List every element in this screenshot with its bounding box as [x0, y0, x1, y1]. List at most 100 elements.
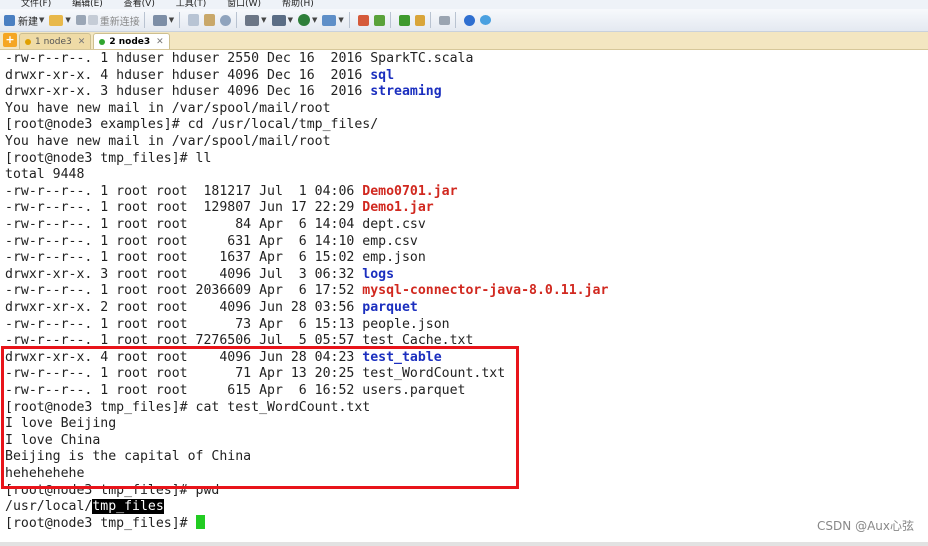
- close-tab-icon[interactable]: ✕: [78, 37, 86, 47]
- properties-dropdown-arrow-icon: ▼: [168, 16, 175, 24]
- toolbar-separator: [236, 12, 238, 28]
- terminal-text: drwxr-xr-x. 3 root root 4096 Jul 3 06:32: [5, 266, 363, 282]
- chat-bubble-icon: [479, 15, 491, 25]
- new-session-icon: [4, 14, 15, 26]
- terminal-line: -rw-r--r--. 1 root root 84 Apr 6 14:04 d…: [5, 216, 426, 233]
- open-folder-button[interactable]: ▼: [48, 11, 71, 29]
- terminal-line: -rw-r--r--. 1 root root 181217 Jul 1 04:…: [5, 183, 458, 200]
- terminal-text: -rw-r--r--. 1 root root 181217 Jul 1 04:…: [5, 183, 363, 199]
- terminal-line: drwxr-xr-x. 3 hduser hduser 4096 Dec 16 …: [5, 83, 442, 100]
- tunnel-icon: [322, 14, 337, 26]
- session-status-dot-icon: [25, 38, 31, 45]
- terminal-line: You have new mail in /var/spool/mail/roo…: [5, 100, 331, 117]
- layout-button[interactable]: [398, 11, 411, 29]
- toolbar-separator: [429, 12, 431, 28]
- terminal-line: [root@node3 tmp_files]# ll: [5, 150, 211, 167]
- disconnect-icon: [87, 15, 98, 25]
- terminal-text: -rw-r--r--. 1 hduser hduser 2550 Dec 16 …: [5, 51, 474, 66]
- toolbar-separator: [454, 12, 456, 28]
- terminal-text: drwxr-xr-x. 3 hduser hduser 4096 Dec 16 …: [5, 84, 371, 100]
- terminal-text: You have new mail in /var/spool/mail/roo…: [5, 100, 331, 116]
- terminal-line: /usr/local/tmp_files: [5, 498, 164, 515]
- reconnect-button[interactable]: 重新连接: [75, 11, 140, 29]
- fullscreen-button[interactable]: [438, 11, 451, 29]
- terminal-text: [root@node3 examples]# cd /usr/local/tmp…: [5, 117, 379, 133]
- toolbar-separator: [389, 12, 391, 28]
- menu-file[interactable]: 文件(F): [12, 0, 60, 9]
- print-button[interactable]: ▼: [244, 11, 267, 29]
- terminal-line: You have new mail in /var/spool/mail/roo…: [5, 133, 331, 150]
- new-dropdown-arrow-icon[interactable]: ▼: [39, 16, 44, 24]
- terminal-line: [root@node3 examples]# cd /usr/local/tmp…: [5, 116, 378, 133]
- terminal-text: total 9448: [5, 167, 85, 183]
- file-name-directory: logs: [362, 266, 395, 282]
- folder-icon: [49, 14, 64, 26]
- copy-icon: [188, 14, 200, 26]
- help-button[interactable]: [463, 11, 476, 29]
- terminal-text: [root@node3 tmp_files]#: [5, 515, 196, 531]
- terminal-line: [root@node3 tmp_files]#: [5, 514, 205, 532]
- compose-button[interactable]: [373, 11, 386, 29]
- watermark: CSDN @Aux心弦: [817, 519, 914, 533]
- chat-button[interactable]: [479, 11, 492, 29]
- selected-text: tmp_files: [92, 499, 164, 515]
- copy-button[interactable]: [187, 11, 200, 29]
- terminal-text: -rw-r--r--. 1 root root 73 Apr 6 15:13 p…: [5, 316, 450, 332]
- terminal-cursor: [195, 514, 205, 529]
- highlight-box: [1, 346, 519, 489]
- tab-node3-2[interactable]: 2 node3 ✕: [93, 33, 170, 49]
- lock-button[interactable]: [414, 11, 426, 29]
- find-button[interactable]: [219, 11, 232, 29]
- globe-dropdown-arrow-icon: ▼: [311, 16, 318, 24]
- tab-list-icon[interactable]: +: [3, 33, 17, 47]
- properties-button[interactable]: ▼: [152, 11, 175, 29]
- folder-dropdown-arrow-icon: ▼: [65, 16, 71, 24]
- terminal-text: drwxr-xr-x. 4 hduser hduser 4096 Dec 16 …: [5, 67, 371, 83]
- toolbar-separator: [179, 12, 181, 28]
- tab-node3-1[interactable]: 1 node3 ✕: [19, 33, 92, 49]
- terminal-text: -rw-r--r--. 1 root root 129807 Jun 17 22…: [5, 200, 363, 216]
- menu-bar: 文件(F) 编辑(E) 查看(V) 工具(T) 窗口(W) 帮助(H): [0, 0, 928, 9]
- terminal-text: -rw-r--r--. 1 root root 631 Apr 6 14:10 …: [5, 233, 418, 249]
- terminal-text: -rw-r--r--. 1 root root 1637 Apr 6 15:02…: [5, 250, 426, 266]
- printer-icon: [245, 14, 260, 26]
- terminal-line: -rw-r--r--. 1 root root 73 Apr 6 15:13 p…: [5, 316, 450, 333]
- horizontal-scrollbar[interactable]: [0, 542, 928, 546]
- tab-label: 1 node3: [35, 36, 72, 47]
- close-tab-icon[interactable]: ✕: [156, 37, 164, 47]
- terminal-text: /usr/local/: [5, 499, 93, 515]
- menu-tools[interactable]: 工具(T): [167, 0, 216, 9]
- transfer-button[interactable]: ▼: [271, 11, 294, 29]
- transfer-dropdown-arrow-icon: ▼: [287, 16, 293, 24]
- file-name-archive: Demo1.jar: [362, 200, 434, 216]
- script-button[interactable]: [357, 11, 370, 29]
- menu-view[interactable]: 查看(V): [115, 0, 164, 9]
- terminal-line: -rw-r--r--. 1 root root 1637 Apr 6 15:02…: [5, 249, 426, 266]
- terminal-text: [root@node3 tmp_files]# ll: [5, 150, 212, 166]
- terminal-text: -rw-r--r--. 1 root root 84 Apr 6 14:04 d…: [5, 217, 426, 232]
- terminal-line: -rw-r--r--. 1 root root 2036609 Apr 6 17…: [5, 282, 608, 299]
- terminal-line: drwxr-xr-x. 3 root root 4096 Jul 3 06:32…: [5, 266, 394, 283]
- grid-icon: [398, 14, 410, 26]
- globe-button[interactable]: ▼: [297, 11, 318, 29]
- tunnel-button[interactable]: ▼: [321, 11, 344, 29]
- session-tab-bar: + 1 node3 ✕ 2 node3 ✕: [0, 32, 928, 50]
- tab-label: 2 node3: [109, 36, 151, 47]
- paste-button[interactable]: [203, 11, 216, 29]
- file-name-directory: streaming: [370, 84, 442, 100]
- toolbar: 新建 ▼ ▼ 重新连接 ▼ ▼ ▼ ▼ ▼: [0, 9, 928, 32]
- toolbar-separator: [348, 12, 350, 28]
- file-name-archive: Demo0701.jar: [362, 183, 458, 199]
- toolbar-separator: [143, 12, 145, 28]
- terminal-line: drwxr-xr-x. 4 hduser hduser 4096 Dec 16 …: [5, 67, 394, 84]
- menu-edit[interactable]: 编辑(E): [63, 0, 112, 9]
- terminal-text: -rw-r--r--. 1 root root 2036609 Apr 6 17…: [5, 283, 363, 299]
- globe-icon: [297, 14, 310, 26]
- new-session-button[interactable]: 新建: [3, 11, 38, 29]
- file-name-directory: parquet: [362, 300, 418, 315]
- properties-icon: [152, 14, 167, 26]
- menu-window[interactable]: 窗口(W): [218, 0, 270, 9]
- transfer-icon: [271, 14, 286, 26]
- terminal-line: -rw-r--r--. 1 root root 129807 Jun 17 22…: [5, 199, 434, 216]
- menu-help[interactable]: 帮助(H): [273, 0, 323, 9]
